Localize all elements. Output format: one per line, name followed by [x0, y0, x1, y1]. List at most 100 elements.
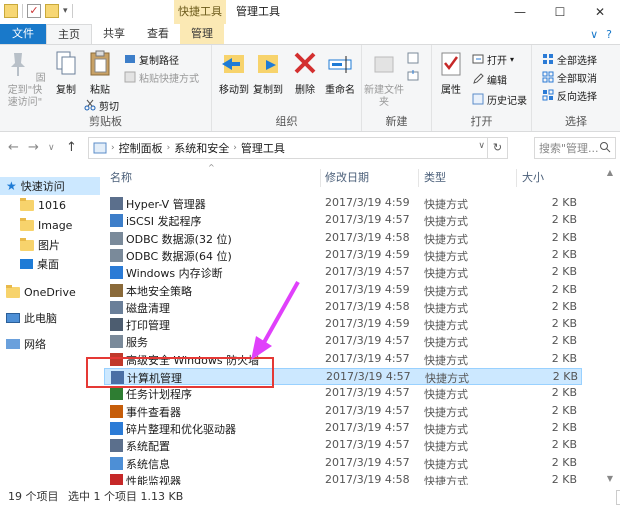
tab-share[interactable]: 共享 [92, 24, 136, 44]
clipboard-group: 固定到"快速访问" 复制 粘贴 复制路径 粘贴快捷方式 剪切 剪贴板 [0, 45, 212, 131]
file-size: 2 KB [551, 265, 577, 279]
file-row[interactable]: ODBC 数据源(64 位) 2017/3/19 4:59 快捷方式 2 KB [104, 247, 582, 264]
nav-onedrive[interactable]: OneDrive [6, 283, 76, 301]
paste-button[interactable]: 粘贴 [80, 49, 120, 97]
file-row[interactable]: 碎片整理和优化驱动器 2017/3/19 4:57 快捷方式 2 KB [104, 420, 582, 437]
column-header-size[interactable]: 大小 [522, 167, 544, 189]
file-name: 系统信息 [126, 457, 170, 471]
new-folder-button[interactable]: 新建文件夹 [364, 49, 404, 109]
new-item-icon[interactable] [406, 51, 420, 65]
edit-button[interactable]: 编辑 [472, 71, 507, 87]
tab-home[interactable]: 主页 [46, 24, 92, 44]
back-arrow-icon[interactable]: ← [8, 140, 19, 155]
onedrive-folder-icon [6, 284, 20, 298]
chevron-down-icon[interactable]: ∨ [590, 28, 598, 41]
select-all-button[interactable]: 全部选择 [542, 51, 597, 67]
file-type: 快捷方式 [424, 198, 468, 211]
up-arrow-icon[interactable]: ↑ [66, 140, 77, 155]
vertical-scrollbar[interactable]: ▲ ▼ [604, 168, 616, 486]
file-size: 2 KB [551, 334, 577, 348]
file-row[interactable]: 系统配置 2017/3/19 4:57 快捷方式 2 KB [104, 437, 582, 454]
chevron-down-icon[interactable]: ▾ [63, 6, 68, 16]
rename-icon [328, 56, 352, 73]
new-group-label: 新建 [385, 115, 408, 128]
file-row[interactable]: iSCSI 发起程序 2017/3/19 4:57 快捷方式 2 KB [104, 212, 582, 229]
history-button[interactable]: 历史记录 [472, 91, 527, 107]
search-input[interactable]: 搜索"管理... [534, 137, 616, 159]
maximize-button[interactable]: ☐ [540, 0, 580, 24]
delete-button[interactable]: 删除 [288, 49, 322, 97]
file-row[interactable]: ODBC 数据源(32 位) 2017/3/19 4:58 快捷方式 2 KB [104, 230, 582, 247]
nav-this-pc[interactable]: 此电脑 [6, 309, 57, 327]
file-size: 2 KB [551, 386, 577, 400]
file-date: 2017/3/19 4:57 [325, 213, 410, 227]
control-panel-icon [93, 142, 107, 154]
properties-icon [441, 52, 461, 76]
refresh-icon[interactable]: ↻ [487, 138, 507, 158]
cut-button[interactable]: 剪切 [84, 97, 119, 113]
tab-view[interactable]: 查看 [136, 24, 180, 44]
folder-icon [20, 217, 34, 231]
pin-quick-access-button[interactable]: 固定到"快速访问" [4, 49, 46, 109]
tab-manage[interactable]: 管理 [180, 24, 224, 44]
large-icons-view-icon[interactable] [616, 490, 620, 505]
copy-path-icon [125, 55, 135, 63]
file-type: 快捷方式 [424, 301, 468, 315]
chevron-down-icon[interactable]: ∨ [478, 141, 485, 151]
address-input[interactable]: › 控制面板 › 系统和安全 › 管理工具 ∨ ↻ [88, 137, 508, 159]
shortcut-icon [110, 283, 123, 297]
ribbon: 固定到"快速访问" 复制 粘贴 复制路径 粘贴快捷方式 剪切 剪贴板 移动到 复… [0, 44, 620, 132]
file-row[interactable]: 本地安全策略 2017/3/19 4:59 快捷方式 2 KB [104, 282, 582, 299]
file-date: 2017/3/19 4:58 [325, 472, 410, 486]
nav-folder-image[interactable]: Image [20, 216, 72, 234]
forward-arrow-icon[interactable]: → [28, 140, 39, 155]
shortcut-icon [110, 387, 123, 401]
file-size: 2 KB [551, 317, 577, 331]
nav-network[interactable]: 网络 [6, 335, 46, 353]
breadcrumb-admin-tools[interactable]: 管理工具 [241, 140, 285, 156]
column-divider[interactable] [516, 169, 517, 187]
breadcrumb-control-panel[interactable]: 控制面板 [119, 140, 163, 156]
copy-path-button[interactable]: 复制路径 [124, 51, 179, 67]
file-row[interactable]: 事件查看器 2017/3/19 4:57 快捷方式 2 KB [104, 403, 582, 420]
shortcut-icon [110, 248, 123, 262]
recent-locations-icon[interactable]: ∨ [48, 143, 55, 153]
properties-button[interactable]: 属性 [434, 49, 468, 97]
copy-to-button[interactable]: 复制到 [248, 49, 288, 97]
help-icon[interactable]: ? [606, 28, 612, 41]
tab-file[interactable]: 文件 [0, 24, 46, 44]
file-row[interactable]: 磁盘清理 2017/3/19 4:58 快捷方式 2 KB [104, 299, 582, 316]
column-header-type[interactable]: 类型 [424, 167, 446, 189]
shortcut-icon [110, 456, 123, 470]
column-header-name[interactable]: 名称 [110, 167, 132, 189]
open-button[interactable]: 打开 ▾ [472, 51, 514, 67]
column-divider[interactable] [418, 169, 419, 187]
file-size: 2 KB [551, 438, 577, 452]
column-header-date[interactable]: 修改日期 [325, 167, 369, 189]
file-row[interactable]: Hyper-V 管理器 2017/3/19 4:59 快捷方式 2 KB [104, 195, 582, 212]
file-row[interactable]: Windows 内存诊断 2017/3/19 4:57 快捷方式 2 KB [104, 264, 582, 281]
paste-shortcut-button[interactable]: 粘贴快捷方式 [124, 69, 199, 85]
invert-selection-button[interactable]: 反向选择 [542, 87, 597, 103]
file-row[interactable]: 服务 2017/3/19 4:57 快捷方式 2 KB [104, 333, 582, 350]
file-date: 2017/3/19 4:58 [325, 230, 410, 244]
shortcut-icon [110, 300, 123, 314]
column-divider[interactable] [320, 169, 321, 187]
nav-quick-access[interactable]: ★ 快速访问 [0, 177, 100, 195]
properties-check-icon[interactable]: ✓ [27, 4, 41, 18]
easy-access-icon[interactable] [406, 69, 420, 83]
open-group-label: 打开 [470, 115, 493, 128]
nav-folder-pictures[interactable]: 图片 [20, 236, 60, 254]
scroll-up-icon[interactable]: ▲ [604, 168, 616, 180]
rename-button[interactable]: 重命名 [320, 49, 360, 97]
file-row[interactable]: 系统信息 2017/3/19 4:57 快捷方式 2 KB [104, 455, 582, 472]
minimize-button[interactable]: — [500, 0, 540, 24]
new-folder-icon[interactable] [45, 4, 59, 18]
select-none-button[interactable]: 全部取消 [542, 69, 597, 85]
file-type: 快捷方式 [424, 319, 468, 333]
nav-folder-1016[interactable]: 1016 [20, 196, 66, 214]
close-button[interactable]: ✕ [580, 0, 620, 24]
file-row[interactable]: 打印管理 2017/3/19 4:59 快捷方式 2 KB [104, 316, 582, 333]
breadcrumb-system-security[interactable]: 系统和安全 [174, 140, 229, 156]
nav-folder-desktop[interactable]: 桌面 [20, 255, 59, 273]
